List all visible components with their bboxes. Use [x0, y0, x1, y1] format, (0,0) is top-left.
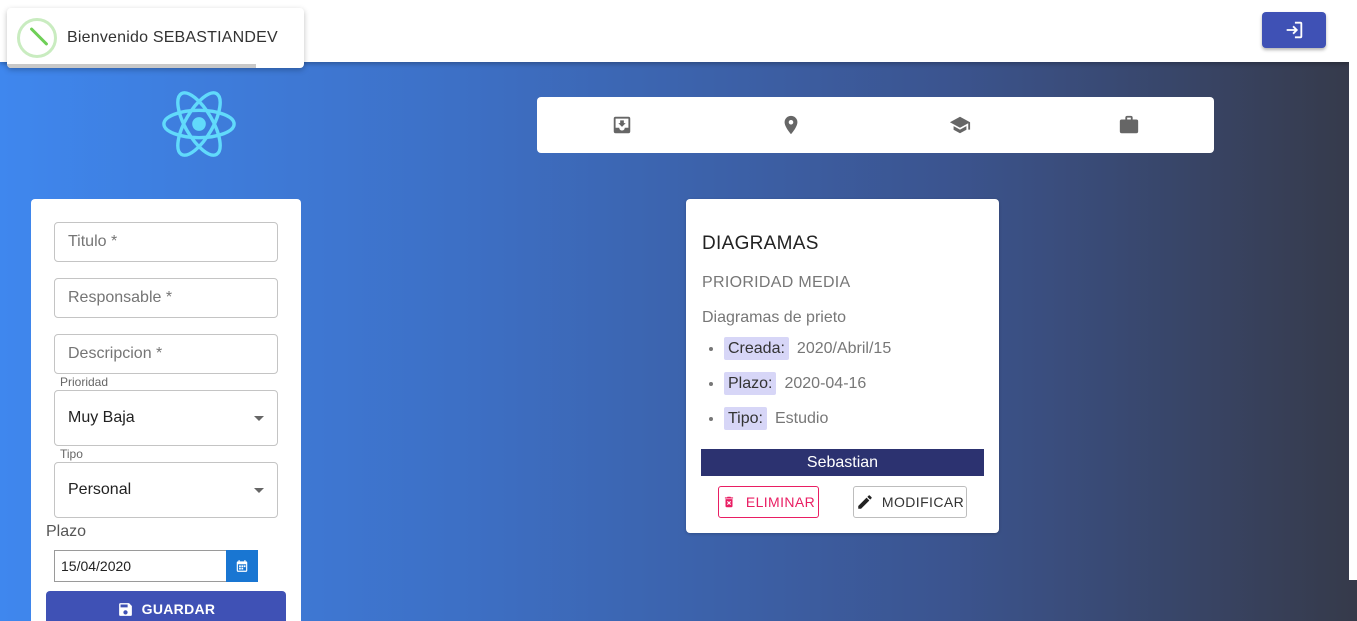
detail-plazo: Plazo: 2020-04-16: [724, 372, 891, 410]
modificar-button[interactable]: MODIFICAR: [853, 486, 967, 518]
tipo-select[interactable]: Personal: [54, 462, 278, 518]
location-pin-icon: [784, 115, 798, 135]
calendar-button[interactable]: [226, 550, 258, 582]
tab-education[interactable]: [876, 97, 1045, 153]
logout-icon: [1286, 21, 1303, 39]
detail-creada: Creada: 2020/Abril/15: [724, 337, 892, 375]
task-form: Muy Baja Prioridad Personal Tipo Plazo G…: [31, 199, 301, 621]
tab-inbox[interactable]: [537, 97, 706, 153]
inbox-icon: [613, 116, 630, 134]
tab-work[interactable]: [1045, 97, 1214, 153]
welcome-toast: Bienvenido SEBASTIANDEV: [7, 8, 304, 68]
guardar-button[interactable]: GUARDAR: [46, 591, 286, 621]
detail-value: 2020-04-16: [784, 375, 867, 392]
task-description: Diagramas de prieto: [702, 309, 847, 326]
eliminar-label: ELIMINAR: [745, 494, 816, 510]
trash-icon: [724, 496, 733, 508]
dropdown-arrow-icon: [254, 416, 264, 421]
toast-progress-bar: [7, 64, 256, 68]
success-check-icon: [17, 18, 57, 58]
modificar-label: MODIFICAR: [881, 494, 965, 510]
task-card: DIAGRAMAS PRIORIDAD MEDIA Diagramas de p…: [686, 199, 999, 533]
descripcion-input[interactable]: [54, 334, 278, 374]
save-icon: [118, 602, 132, 616]
detail-label: Plazo:: [724, 372, 777, 395]
tipo-label: Tipo: [56, 447, 87, 461]
detail-value: Estudio: [774, 410, 829, 427]
briefcase-icon: [1120, 115, 1139, 134]
prioridad-select[interactable]: Muy Baja: [54, 390, 278, 446]
eliminar-button[interactable]: ELIMINAR: [718, 486, 819, 518]
detail-label: Tipo:: [724, 407, 767, 430]
scrollbar-track[interactable]: [1349, 0, 1357, 580]
detail-label: Creada:: [724, 337, 789, 360]
category-tabs: [537, 97, 1214, 153]
plazo-label: Plazo: [46, 523, 87, 540]
titulo-input[interactable]: [54, 222, 278, 262]
graduation-cap-icon: [950, 116, 971, 134]
detail-value: 2020/Abril/15: [796, 340, 892, 357]
react-logo-icon: [162, 91, 236, 157]
plazo-date-input[interactable]: [54, 550, 226, 582]
task-owner: Sebastian: [701, 449, 984, 476]
welcome-text: Bienvenido SEBASTIANDEV: [67, 29, 278, 46]
calendar-icon: [236, 560, 248, 572]
responsable-input[interactable]: [54, 278, 278, 318]
tipo-value: Personal: [68, 481, 132, 498]
prioridad-label: Prioridad: [56, 375, 113, 389]
task-details-list: Creada: 2020/Abril/15 Plazo: 2020-04-16 Ti…: [724, 337, 892, 445]
logout-button[interactable]: [1262, 12, 1326, 48]
task-title: DIAGRAMAS: [702, 233, 819, 254]
prioridad-value: Muy Baja: [68, 409, 135, 426]
detail-tipo: Tipo: Estudio: [724, 407, 891, 445]
pencil-icon: [858, 495, 872, 509]
task-priority: PRIORIDAD MEDIA: [702, 274, 851, 291]
tab-location[interactable]: [706, 97, 875, 153]
guardar-label: GUARDAR: [141, 601, 216, 617]
dropdown-arrow-icon: [254, 488, 264, 493]
